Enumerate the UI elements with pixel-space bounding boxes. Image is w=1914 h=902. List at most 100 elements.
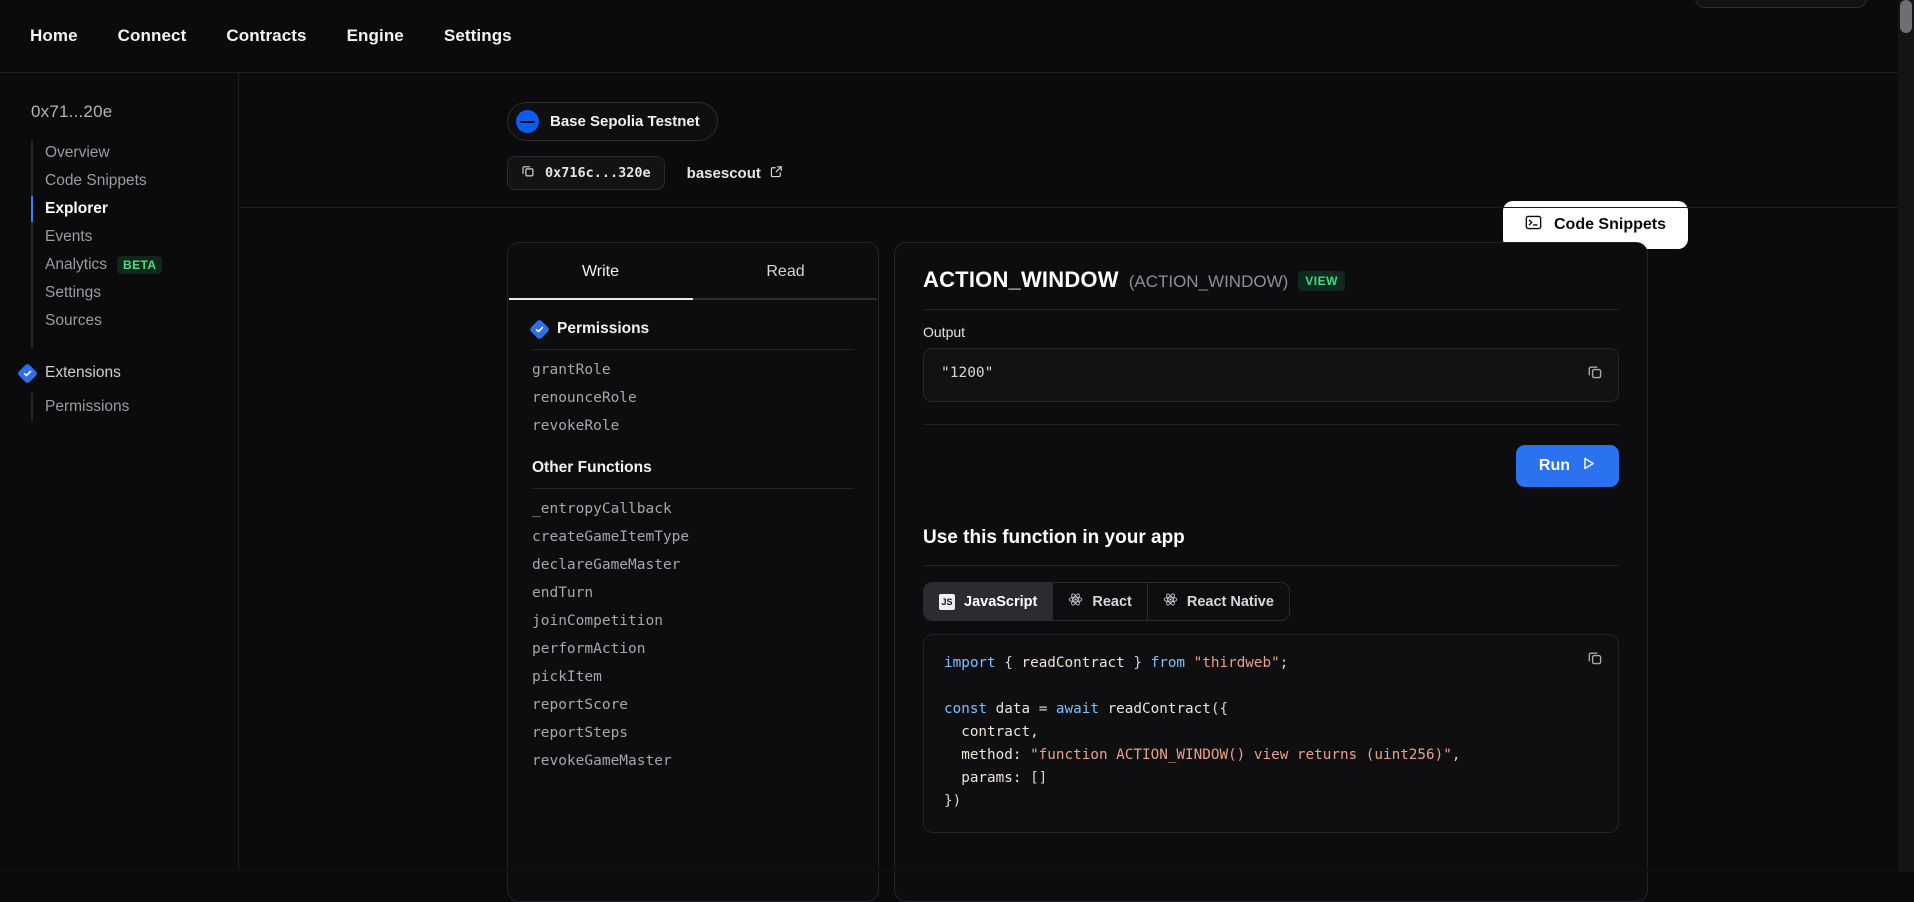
section-divider xyxy=(532,488,854,489)
write-read-tabs: Write Read xyxy=(508,243,878,298)
function-name: ACTION_WINDOW xyxy=(923,267,1119,293)
function-item[interactable]: endTurn xyxy=(532,579,854,607)
function-item[interactable]: declareGameMaster xyxy=(532,551,854,579)
code-snippet-content: import { readContract } from "thirdweb";… xyxy=(944,652,1598,813)
sidebar-contract-address: 0x71...20e xyxy=(0,102,238,122)
react-icon xyxy=(1163,592,1178,611)
explorer-panels: Write Read Permissions grantRole renoun xyxy=(507,242,1648,902)
main-content: Base Sepolia Testnet 0x716c...320e bases… xyxy=(240,73,1898,872)
content-divider xyxy=(240,207,1898,208)
section-title: Permissions xyxy=(557,320,649,338)
sidebar-nav-group: Overview Code Snippets Explorer Events A… xyxy=(0,139,238,335)
lang-tab-label: JavaScript xyxy=(964,594,1037,610)
function-item[interactable]: revokeRole xyxy=(532,412,854,440)
function-item[interactable]: revokeGameMaster xyxy=(532,747,854,775)
nav-item-settings[interactable]: Settings xyxy=(424,20,532,52)
sidebar-item-analytics[interactable]: Analytics BETA xyxy=(31,251,238,279)
sidebar-item-label: Sources xyxy=(45,312,102,330)
copy-code-icon[interactable] xyxy=(1587,650,1603,671)
function-item[interactable]: joinCompetition xyxy=(532,607,854,635)
sidebar-item-overview[interactable]: Overview xyxy=(31,139,238,167)
blue-diamond-check-icon xyxy=(17,362,38,383)
function-list-panel: Write Read Permissions grantRole renoun xyxy=(507,242,879,902)
sidebar-item-sources[interactable]: Sources xyxy=(31,307,238,335)
base-logo-icon xyxy=(516,110,539,133)
run-button[interactable]: Run xyxy=(1516,445,1619,487)
block-explorer-link[interactable]: basescout xyxy=(687,165,783,182)
nav-item-engine[interactable]: Engine xyxy=(327,20,424,52)
network-name: Base Sepolia Testnet xyxy=(550,113,700,130)
output-value: "1200" xyxy=(941,365,993,381)
code-snippet-box: import { readContract } from "thirdweb";… xyxy=(923,634,1619,833)
output-label: Output xyxy=(923,324,1619,340)
sidebar-item-events[interactable]: Events xyxy=(31,223,238,251)
language-tabs: JS JavaScript React xyxy=(923,582,1290,621)
tab-label: Write xyxy=(582,263,619,280)
tab-javascript[interactable]: JS JavaScript xyxy=(924,583,1053,620)
function-item[interactable]: pickItem xyxy=(532,663,854,691)
terminal-icon xyxy=(1525,214,1542,236)
nav-item-connect[interactable]: Connect xyxy=(98,20,207,52)
sidebar-item-label: Analytics xyxy=(45,256,107,274)
tab-underline-indicator xyxy=(509,298,877,300)
sidebar-extensions-group: Extensions Permissions xyxy=(0,359,238,421)
sidebar-item-label: Extensions xyxy=(45,364,121,382)
top-navigation: Home Connect Contracts Engine Settings xyxy=(0,0,1898,72)
scrollbar-thumb[interactable] xyxy=(1900,0,1912,33)
network-chip[interactable]: Base Sepolia Testnet xyxy=(507,102,718,141)
contract-address-chip[interactable]: 0x716c...320e xyxy=(507,156,665,190)
sidebar-item-extensions[interactable]: Extensions xyxy=(20,359,238,387)
output-box: "1200" xyxy=(923,348,1619,402)
function-item[interactable]: reportScore xyxy=(532,691,854,719)
function-item[interactable]: reportSteps xyxy=(532,719,854,747)
play-icon xyxy=(1581,456,1596,476)
sidebar-item-settings[interactable]: Settings xyxy=(31,279,238,307)
code-snippets-label: Code Snippets xyxy=(1554,216,1666,234)
status-badge: VIEW xyxy=(1298,271,1345,291)
sidebar: 0x71...20e Overview Code Snippets Explor… xyxy=(0,73,239,872)
function-sections: Permissions grantRole renounceRole revok… xyxy=(508,300,878,775)
contract-header: Base Sepolia Testnet 0x716c...320e bases… xyxy=(240,73,1898,207)
blue-diamond-check-icon xyxy=(529,318,550,339)
block-explorer-label: basescout xyxy=(687,165,761,182)
function-item[interactable]: _entropyCallback xyxy=(532,495,854,523)
function-item[interactable]: performAction xyxy=(532,635,854,663)
lang-tab-label: React Native xyxy=(1187,594,1274,610)
react-icon xyxy=(1068,592,1083,611)
tab-label: Read xyxy=(766,263,804,280)
function-item[interactable]: createGameItemType xyxy=(532,523,854,551)
section-divider xyxy=(532,349,854,350)
section-header-permissions: Permissions xyxy=(532,320,854,349)
function-list-other: _entropyCallback createGameItemType decl… xyxy=(532,495,854,775)
function-list-permissions: grantRole renounceRole revokeRole xyxy=(532,356,854,440)
run-row: Run xyxy=(923,425,1619,487)
sidebar-item-code-snippets[interactable]: Code Snippets xyxy=(31,167,238,195)
external-link-icon xyxy=(770,165,783,182)
function-title-row: ACTION_WINDOW (ACTION_WINDOW) VIEW xyxy=(923,267,1619,309)
sidebar-item-label: Events xyxy=(45,228,92,246)
page-scrollbar[interactable] xyxy=(1898,0,1914,872)
tab-react[interactable]: React xyxy=(1053,583,1148,620)
tab-read[interactable]: Read xyxy=(693,243,878,298)
contract-address-value: 0x716c...320e xyxy=(545,165,651,181)
nav-item-contracts[interactable]: Contracts xyxy=(206,20,326,52)
copy-output-icon[interactable] xyxy=(1587,364,1603,385)
nav-item-home[interactable]: Home xyxy=(26,20,98,52)
js-icon: JS xyxy=(939,594,955,610)
tab-react-native[interactable]: React Native xyxy=(1148,583,1289,620)
tab-write[interactable]: Write xyxy=(508,243,693,298)
beta-badge: BETA xyxy=(117,256,162,274)
function-item[interactable]: renounceRole xyxy=(532,384,854,412)
sidebar-item-permissions[interactable]: Permissions xyxy=(31,393,238,421)
use-function-divider xyxy=(923,565,1619,566)
sidebar-item-explorer[interactable]: Explorer xyxy=(31,195,238,223)
sidebar-item-label: Explorer xyxy=(45,200,108,218)
sidebar-extensions-children: Permissions xyxy=(20,393,238,421)
sidebar-item-label: Code Snippets xyxy=(45,172,147,190)
lang-tab-label: React xyxy=(1092,594,1132,610)
use-function-title: Use this function in your app xyxy=(923,527,1619,549)
copy-icon xyxy=(521,164,535,182)
function-title-divider xyxy=(923,309,1619,310)
function-item[interactable]: grantRole xyxy=(532,356,854,384)
sidebar-item-label: Overview xyxy=(45,144,110,162)
